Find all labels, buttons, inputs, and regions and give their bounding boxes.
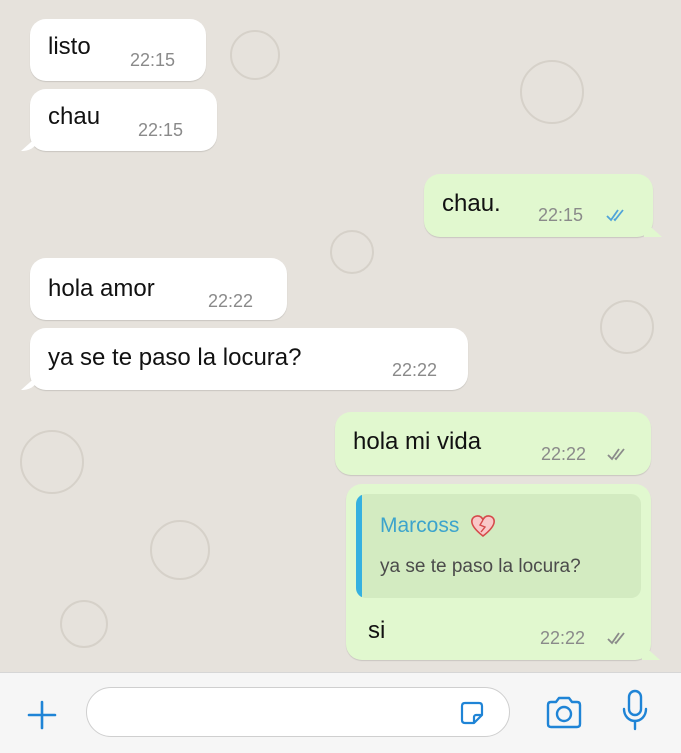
message-text: listo	[48, 33, 91, 60]
message-text: chau	[48, 103, 101, 130]
incoming-message[interactable]: listo 22:15	[30, 19, 206, 81]
message-time: 22:15	[538, 205, 584, 225]
message-input-bar	[0, 672, 681, 753]
wallpaper-doodle	[20, 430, 84, 494]
wallpaper-doodle	[150, 520, 210, 580]
camera-icon[interactable]	[544, 695, 584, 731]
wallpaper-doodle	[230, 30, 280, 80]
message-time: 22:15	[138, 120, 184, 140]
double-check-icon	[607, 448, 625, 461]
double-check-read-icon	[606, 209, 624, 222]
quote-text: ya se te paso la locura?	[380, 556, 581, 577]
outgoing-message[interactable]: hola mi vida 22:22	[335, 412, 651, 475]
incoming-message[interactable]: chau 22:15	[30, 89, 217, 151]
message-text: ya se te paso la locura?	[48, 344, 302, 371]
sticker-icon[interactable]	[457, 698, 487, 728]
message-time: 22:22	[392, 360, 438, 380]
outgoing-reply-message[interactable]: Marcoss ya se te paso la locura? si 22:2…	[346, 484, 651, 660]
message-time: 22:22	[208, 291, 254, 311]
chat-area: listo 22:15 chau 22:15 chau. 22:15 hola …	[0, 0, 681, 672]
message-text: si	[368, 617, 386, 644]
message-time: 22:15	[130, 50, 176, 70]
mended-heart-icon	[471, 515, 495, 538]
quoted-message[interactable]: Marcoss ya se te paso la locura?	[356, 494, 641, 598]
outgoing-message[interactable]: chau. 22:15	[424, 174, 653, 237]
message-time: 22:22	[540, 628, 586, 648]
incoming-message[interactable]: hola amor 22:22	[30, 258, 287, 320]
wallpaper-doodle	[330, 230, 374, 274]
wallpaper-doodle	[520, 60, 584, 124]
message-time: 22:22	[541, 444, 587, 464]
message-input[interactable]	[86, 687, 510, 737]
wallpaper-doodle	[600, 300, 654, 354]
incoming-message[interactable]: ya se te paso la locura? 22:22	[30, 328, 468, 390]
double-check-icon	[607, 632, 625, 645]
microphone-icon[interactable]	[620, 689, 650, 733]
plus-icon[interactable]	[26, 699, 58, 731]
message-text: chau.	[442, 190, 501, 217]
quote-accent-bar	[356, 494, 362, 598]
message-text: hola amor	[48, 275, 155, 302]
message-text: hola mi vida	[353, 428, 482, 455]
quote-author: Marcoss	[380, 514, 460, 537]
wallpaper-doodle	[60, 600, 108, 648]
